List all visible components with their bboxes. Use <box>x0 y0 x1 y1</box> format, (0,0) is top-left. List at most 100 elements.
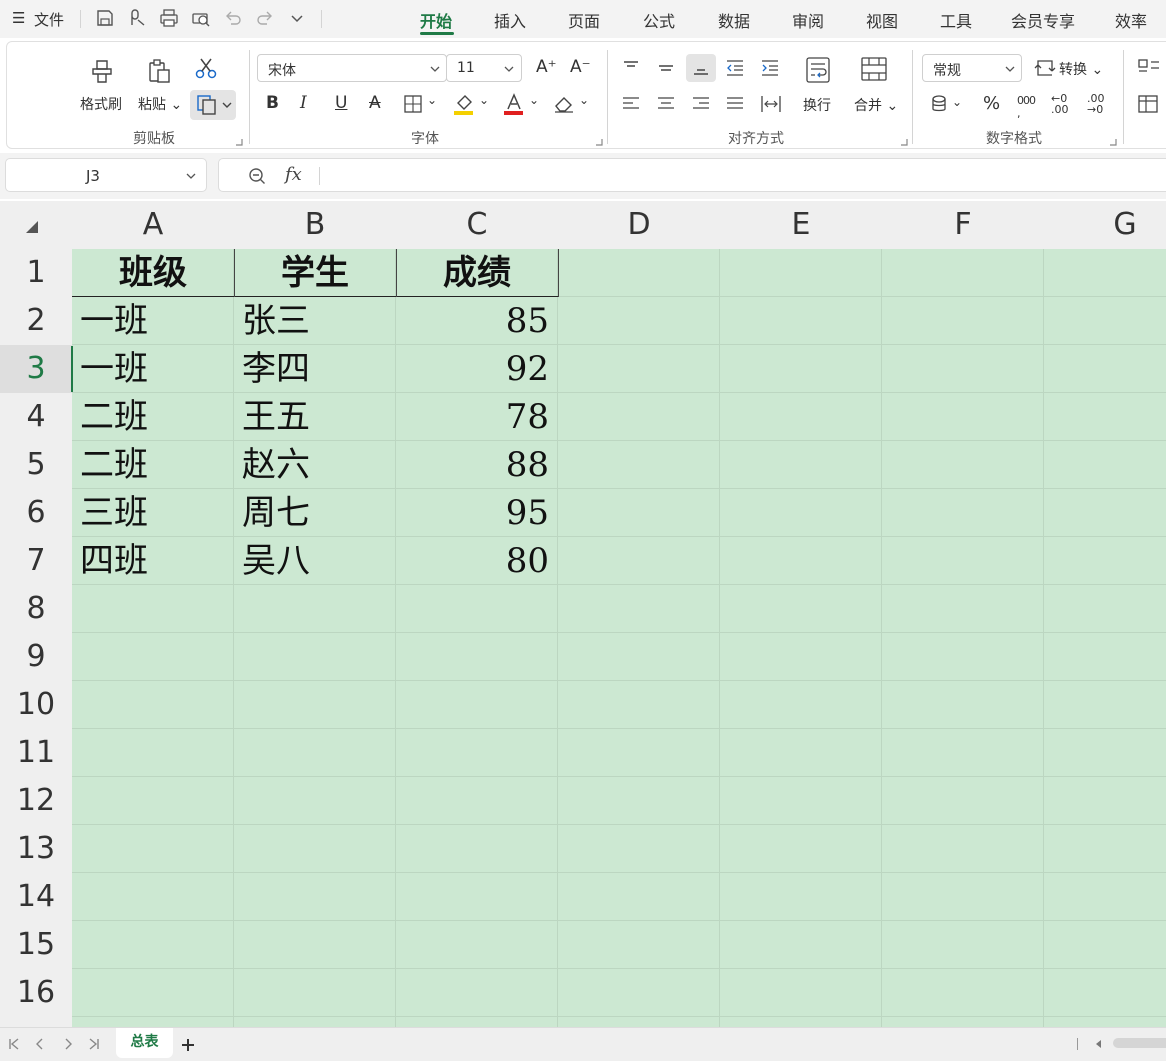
table-cell[interactable]: 吴八 <box>242 537 310 585</box>
alignment-launcher-icon[interactable] <box>900 138 908 146</box>
table-cell[interactable]: 85 <box>396 297 549 345</box>
row-header[interactable] <box>0 1017 72 1027</box>
percent-style-button[interactable]: % <box>983 93 1000 114</box>
print-preview-icon[interactable] <box>191 8 211 28</box>
column-header-g[interactable]: G <box>1044 201 1166 249</box>
clipboard-launcher-icon[interactable] <box>235 138 243 146</box>
table-cell[interactable]: 三班 <box>80 489 148 537</box>
tab-tools[interactable]: 工具 <box>940 8 972 32</box>
justify-icon[interactable] <box>725 94 745 114</box>
row-header[interactable]: 10 <box>0 681 72 729</box>
quick-access-chevron-down-icon[interactable] <box>287 8 307 28</box>
wrap-text-button[interactable]: 换行 <box>803 95 831 115</box>
font-launcher-icon[interactable] <box>595 138 603 146</box>
file-menu[interactable]: 文件 <box>34 9 64 30</box>
font-name-select[interactable]: 宋体 <box>257 54 447 82</box>
merge-cells-icon[interactable] <box>860 56 888 84</box>
column-header-d[interactable]: D <box>558 201 720 249</box>
format-painter-icon[interactable] <box>89 58 115 84</box>
thousands-separator-icon[interactable]: 000, <box>1017 94 1036 120</box>
cut-icon[interactable] <box>194 57 218 81</box>
table-cell[interactable]: 张三 <box>242 297 310 345</box>
align-bottom-button[interactable] <box>686 54 716 82</box>
row-header[interactable]: 12 <box>0 777 72 825</box>
tab-efficiency[interactable]: 效率 <box>1115 8 1147 32</box>
bold-icon[interactable]: B <box>266 93 279 113</box>
increase-indent-icon[interactable] <box>760 58 780 78</box>
copy-button[interactable] <box>190 90 236 120</box>
table-cell[interactable]: 赵六 <box>242 441 310 489</box>
align-middle-icon[interactable] <box>656 58 676 78</box>
border-icon[interactable] <box>403 94 423 114</box>
redo-icon[interactable] <box>255 8 275 28</box>
row-header[interactable]: 9 <box>0 633 72 681</box>
formula-input[interactable]: fx <box>218 158 1166 192</box>
table-cell[interactable]: 周七 <box>242 489 310 537</box>
row-header[interactable]: 14 <box>0 873 72 921</box>
row-header[interactable]: 7 <box>0 537 72 585</box>
menu-icon[interactable]: ☰ <box>12 9 25 27</box>
table-cell[interactable]: 二班 <box>80 393 148 441</box>
convert-button[interactable]: 转换 ⌄ <box>1059 59 1103 79</box>
column-header-c[interactable]: C <box>396 201 558 249</box>
column-header-a[interactable]: A <box>72 201 234 249</box>
eraser-chevron-down-icon[interactable]: ⌄ <box>579 93 589 107</box>
table-cell[interactable]: 四班 <box>80 537 148 585</box>
next-sheet-icon[interactable] <box>61 1037 75 1051</box>
align-center-icon[interactable] <box>656 94 676 114</box>
number-format-select[interactable]: 常规 <box>922 54 1022 82</box>
decrease-decimal-icon[interactable]: .00 →0 <box>1087 93 1105 115</box>
table-cell[interactable]: 一班 <box>80 345 148 393</box>
sheet-tab-active[interactable]: 总表 <box>116 1028 173 1058</box>
prev-sheet-icon[interactable] <box>33 1037 47 1051</box>
row-header[interactable]: 3 <box>0 345 72 393</box>
tab-member[interactable]: 会员专享 <box>1011 8 1075 32</box>
fill-color-icon[interactable] <box>453 92 475 116</box>
align-left-icon[interactable] <box>621 94 641 114</box>
row-header[interactable]: 15 <box>0 921 72 969</box>
horizontal-scrollbar[interactable] <box>1113 1038 1166 1048</box>
row-header[interactable]: 6 <box>0 489 72 537</box>
table-cell[interactable]: 二班 <box>80 441 148 489</box>
tab-insert[interactable]: 插入 <box>494 8 526 32</box>
font-color-chevron-down-icon[interactable]: ⌄ <box>529 93 539 107</box>
select-all-corner[interactable] <box>0 201 72 249</box>
tab-review[interactable]: 审阅 <box>792 8 824 32</box>
paste-button[interactable]: 粘贴 ⌄ <box>138 94 182 114</box>
number-launcher-icon[interactable] <box>1109 138 1117 146</box>
conditional-format-icon[interactable] <box>1137 57 1159 79</box>
header-cell[interactable]: 学生 <box>234 249 396 297</box>
row-header[interactable]: 1 <box>0 249 72 297</box>
column-header-e[interactable]: E <box>720 201 882 249</box>
strikethrough-icon[interactable]: A <box>369 93 381 113</box>
header-cell[interactable]: 班级 <box>72 249 234 297</box>
export-pdf-icon[interactable] <box>127 8 147 28</box>
row-header[interactable]: 11 <box>0 729 72 777</box>
currency-chevron-down-icon[interactable]: ⌄ <box>952 95 962 109</box>
row-header[interactable]: 13 <box>0 825 72 873</box>
merge-cells-button[interactable]: 合并 ⌄ <box>854 95 898 115</box>
decrease-indent-icon[interactable] <box>725 58 745 78</box>
tab-formulas[interactable]: 公式 <box>643 8 675 32</box>
row-header[interactable]: 5 <box>0 441 72 489</box>
fill-chevron-down-icon[interactable]: ⌄ <box>479 93 489 107</box>
zoom-search-icon[interactable] <box>247 166 267 186</box>
table-style-icon[interactable] <box>1137 93 1159 115</box>
distributed-align-icon[interactable] <box>760 94 782 114</box>
save-icon[interactable] <box>95 8 115 28</box>
currency-icon[interactable] <box>929 94 949 116</box>
format-painter-button[interactable]: 格式刷 <box>80 94 122 114</box>
font-size-select[interactable]: 11 <box>446 54 522 82</box>
undo-icon[interactable] <box>223 8 243 28</box>
table-cell[interactable]: 78 <box>396 393 549 441</box>
header-cell[interactable]: 成绩 <box>396 249 558 297</box>
table-cell[interactable]: 80 <box>396 537 549 585</box>
row-header[interactable]: 8 <box>0 585 72 633</box>
plus-icon[interactable] <box>180 1037 196 1053</box>
underline-icon[interactable]: U <box>335 93 347 113</box>
table-cell[interactable]: 92 <box>396 345 549 393</box>
align-top-icon[interactable] <box>621 58 641 78</box>
convert-icon[interactable] <box>1034 57 1056 79</box>
tab-page[interactable]: 页面 <box>568 8 600 32</box>
name-box[interactable]: J3 <box>5 158 207 192</box>
